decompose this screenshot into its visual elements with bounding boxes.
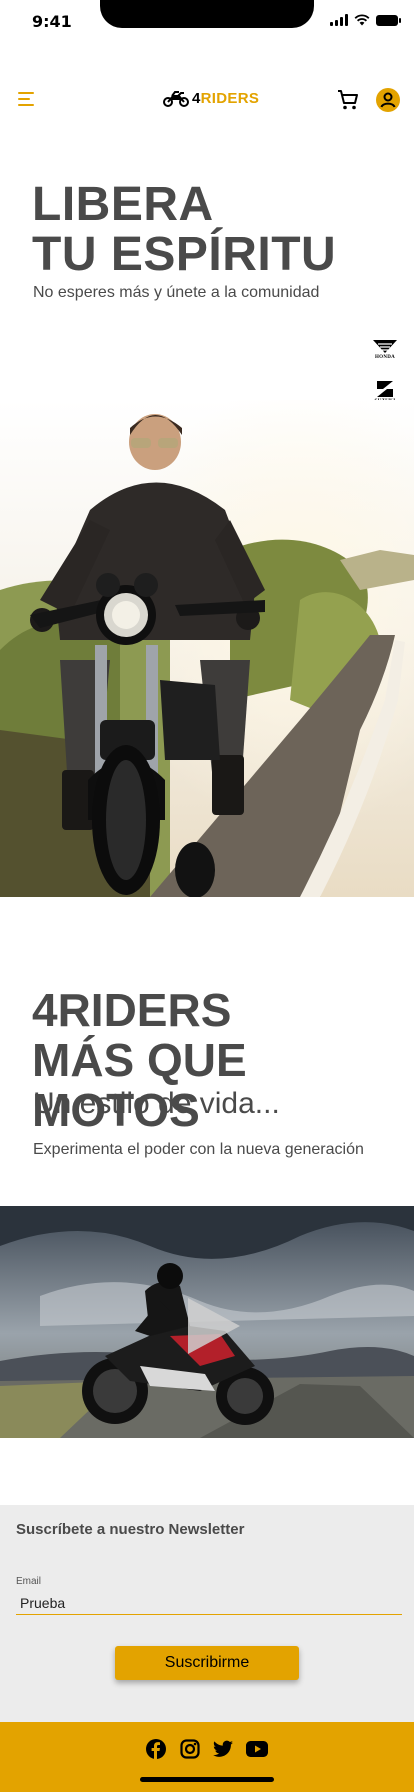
cart-icon bbox=[338, 90, 358, 110]
honda-logo-button[interactable]: HONDA bbox=[370, 333, 400, 363]
email-label: Email bbox=[16, 1576, 42, 1587]
profile-button[interactable] bbox=[376, 88, 400, 112]
profile-icon bbox=[380, 92, 396, 108]
twitter-link[interactable] bbox=[212, 1738, 234, 1760]
newsletter-title: Suscríbete a nuestro Newsletter bbox=[16, 1521, 245, 1538]
device-notch bbox=[100, 0, 314, 28]
suzuki-logo-icon bbox=[377, 380, 393, 397]
twitter-icon bbox=[213, 1740, 233, 1757]
status-icons bbox=[330, 14, 401, 26]
hero-title: LIBERA TU ESPÍRITU bbox=[32, 178, 337, 281]
hero-rider-image bbox=[0, 400, 414, 897]
cellular-signal-icon bbox=[330, 14, 348, 26]
honda-caption: HONDA bbox=[374, 354, 396, 360]
email-input[interactable] bbox=[16, 1592, 402, 1615]
status-time: 9:41 bbox=[32, 12, 72, 31]
section-tagline: Un estilo de vida... bbox=[33, 1087, 280, 1120]
app-logo[interactable]: 4RIDERS bbox=[163, 90, 259, 107]
logo-text: 4RIDERS bbox=[192, 90, 260, 107]
promo-video[interactable] bbox=[0, 1206, 414, 1438]
wifi-icon bbox=[354, 14, 370, 26]
home-indicator bbox=[140, 1777, 274, 1782]
cart-button[interactable] bbox=[336, 88, 360, 112]
motorcycle-icon bbox=[163, 90, 189, 107]
facebook-icon bbox=[146, 1739, 166, 1759]
youtube-link[interactable] bbox=[246, 1738, 268, 1760]
battery-icon bbox=[376, 14, 401, 26]
subscribe-button[interactable]: Suscribirme bbox=[115, 1646, 299, 1680]
section-description: Experimenta el poder con la nueva genera… bbox=[33, 1141, 364, 1158]
honda-logo-icon bbox=[373, 339, 397, 353]
youtube-icon bbox=[246, 1741, 268, 1757]
facebook-link[interactable] bbox=[145, 1738, 167, 1760]
menu-button[interactable] bbox=[18, 92, 40, 108]
instagram-link[interactable] bbox=[179, 1738, 201, 1760]
hero-subtitle: No esperes más y únete a la comunidad bbox=[33, 284, 320, 301]
instagram-icon bbox=[180, 1739, 200, 1759]
